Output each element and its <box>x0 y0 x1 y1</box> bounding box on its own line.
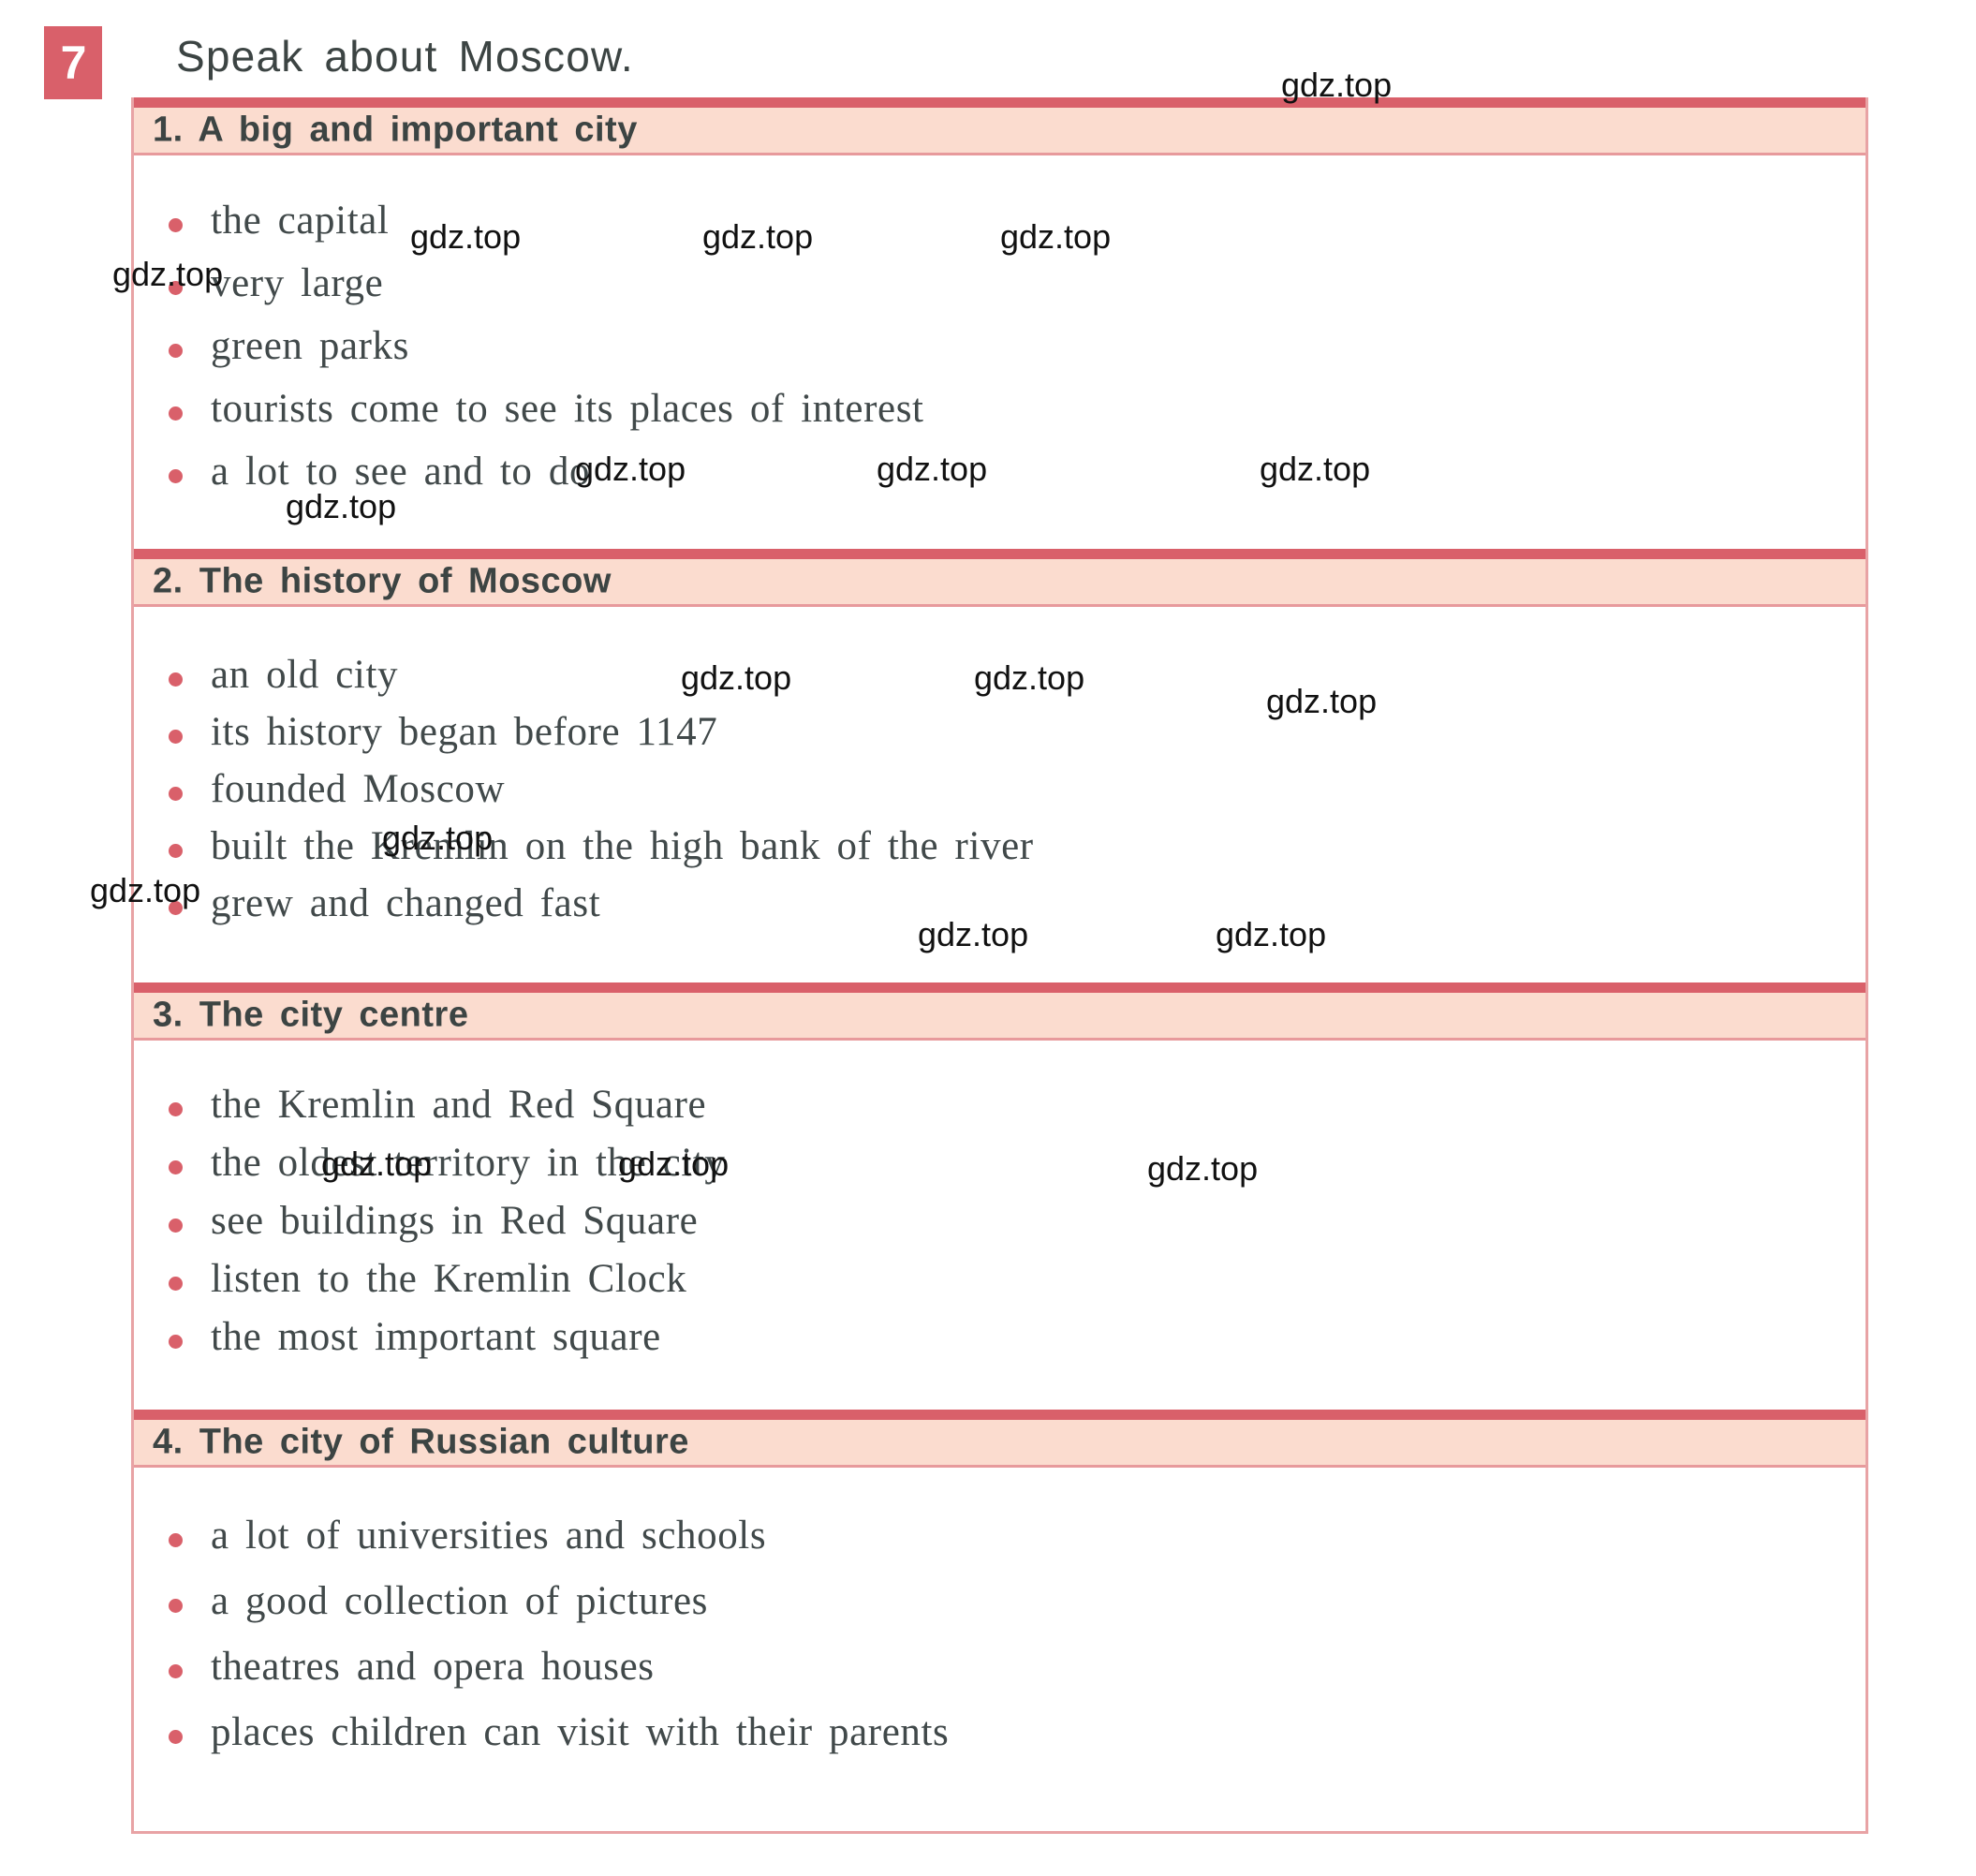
list-item-text: the Kremlin and Red Square <box>211 1083 707 1127</box>
bullet-dot-icon <box>169 344 183 358</box>
list-item-text: tourists come to see its places of inter… <box>211 387 924 431</box>
list-item-text: theatres and opera houses <box>211 1645 655 1689</box>
list-item: very large <box>134 260 1865 307</box>
list-item-text: grew and changed fast <box>211 881 601 925</box>
section-header-1: 1. A big and important city <box>134 97 1865 155</box>
list-item: places children can visit with their par… <box>134 1709 1865 1756</box>
section-body-4: a lot of universities and schools a good… <box>134 1468 1865 1831</box>
list-item-text: the capital <box>211 199 390 243</box>
bullet-dot-icon <box>169 1533 183 1547</box>
list-item-text: very large <box>211 261 384 305</box>
list-item: listen to the Kremlin Clock <box>134 1256 1865 1303</box>
topic-section-3: 3. The city centre the Kremlin and Red S… <box>134 982 1865 1410</box>
section-body-2: an old city its history began before 114… <box>134 607 1865 982</box>
list-item-text: see buildings in Red Square <box>211 1199 699 1243</box>
list-item: tourists come to see its places of inter… <box>134 386 1865 433</box>
list-item: see buildings in Red Square <box>134 1198 1865 1245</box>
bullet-dot-icon <box>169 218 183 232</box>
section-heading-label: 1. A big and important city <box>153 110 638 150</box>
section-body-1: the capital very large green parks touri… <box>134 155 1865 549</box>
list-item-text: founded Moscow <box>211 767 506 811</box>
bullet-dot-icon <box>169 1730 183 1744</box>
list-item-text: a lot of universities and schools <box>211 1514 767 1558</box>
list-item: founded Moscow <box>134 766 1865 813</box>
list-item: the Kremlin and Red Square <box>134 1082 1865 1129</box>
bullet-list-2: an old city its history began before 114… <box>134 652 1865 927</box>
bullet-dot-icon <box>169 672 183 687</box>
bullet-dot-icon <box>169 1160 183 1174</box>
topic-section-4: 4. The city of Russian culture a lot of … <box>134 1410 1865 1831</box>
bullet-dot-icon <box>169 281 183 295</box>
list-item-text: a good collection of pictures <box>211 1579 708 1623</box>
page-title: Speak about Moscow. <box>176 32 634 81</box>
list-item: an old city <box>134 652 1865 699</box>
section-header-3: 3. The city centre <box>134 982 1865 1041</box>
bullet-dot-icon <box>169 1277 183 1291</box>
list-item-text: places children can visit with their par… <box>211 1710 950 1754</box>
list-item: its history began before 1147 <box>134 709 1865 756</box>
list-item-text: listen to the Kremlin Clock <box>211 1257 687 1301</box>
bullet-dot-icon <box>169 406 183 421</box>
section-heading-label: 4. The city of Russian culture <box>153 1422 689 1462</box>
list-item-text: green parks <box>211 324 409 368</box>
bullet-list-1: the capital very large green parks touri… <box>134 198 1865 495</box>
list-item: the oldest territory in the city <box>134 1140 1865 1187</box>
bullet-list-3: the Kremlin and Red Square the oldest te… <box>134 1082 1865 1361</box>
list-item: the capital <box>134 198 1865 244</box>
bullet-dot-icon <box>169 1102 183 1116</box>
bullet-dot-icon <box>169 1664 183 1678</box>
section-heading-label: 2. The history of Moscow <box>153 561 612 601</box>
list-item: green parks <box>134 323 1865 370</box>
bullet-dot-icon <box>169 1219 183 1233</box>
moscow-topic-table: 1. A big and important city the capital … <box>131 97 1868 1834</box>
section-heading-label: 3. The city centre <box>153 995 469 1035</box>
exercise-header: 7 Speak about Moscow. <box>0 0 1976 99</box>
list-item: a good collection of pictures <box>134 1578 1865 1625</box>
topic-section-2: 2. The history of Moscow an old city its… <box>134 549 1865 982</box>
list-item: grew and changed fast <box>134 880 1865 927</box>
list-item: a lot to see and to do <box>134 449 1865 495</box>
topic-section-1: 1. A big and important city the capital … <box>134 97 1865 549</box>
bullet-dot-icon <box>169 787 183 801</box>
list-item-text: an old city <box>211 653 399 697</box>
list-item: the most important square <box>134 1314 1865 1361</box>
list-item: a lot of universities and schools <box>134 1513 1865 1559</box>
bullet-dot-icon <box>169 1335 183 1349</box>
list-item-text: the oldest territory in the city <box>211 1141 726 1185</box>
list-item-text: a lot to see and to do <box>211 450 591 494</box>
list-item-text: the most important square <box>211 1315 661 1359</box>
list-item-text: built the Kremlin on the high bank of th… <box>211 824 1034 868</box>
exercise-number-badge: 7 <box>44 26 102 99</box>
section-header-4: 4. The city of Russian culture <box>134 1410 1865 1468</box>
bullet-list-4: a lot of universities and schools a good… <box>134 1513 1865 1756</box>
bullet-dot-icon <box>169 469 183 483</box>
section-body-3: the Kremlin and Red Square the oldest te… <box>134 1041 1865 1410</box>
list-item-text: its history began before 1147 <box>211 710 718 754</box>
bullet-dot-icon <box>169 1599 183 1613</box>
bullet-dot-icon <box>169 730 183 744</box>
list-item: theatres and opera houses <box>134 1644 1865 1691</box>
bullet-dot-icon <box>169 844 183 858</box>
section-header-2: 2. The history of Moscow <box>134 549 1865 607</box>
list-item: built the Kremlin on the high bank of th… <box>134 823 1865 870</box>
bullet-dot-icon <box>169 901 183 915</box>
